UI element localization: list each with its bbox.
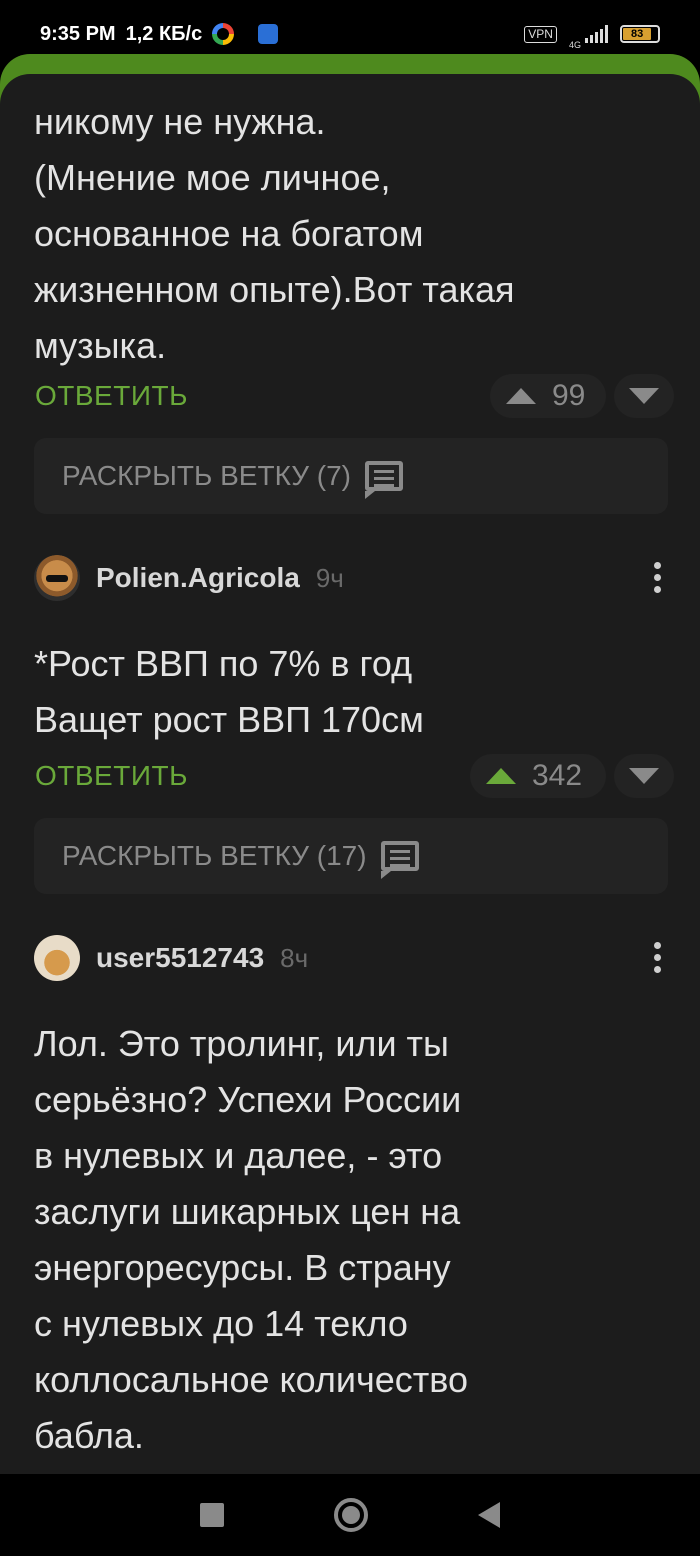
comment-author[interactable]: user5512743 8ч	[34, 935, 308, 981]
author-name[interactable]: Polien.Agricola	[96, 562, 300, 594]
comment-time: 9ч	[315, 562, 344, 593]
downvote-button[interactable]	[614, 754, 674, 798]
back-button[interactable]	[478, 1502, 500, 1528]
home-button[interactable]	[334, 1498, 368, 1532]
comment-text: *Рост ВВП по 7% в год Ващет рост ВВП 170…	[34, 643, 424, 740]
downvote-icon	[629, 388, 659, 404]
battery-level: 83	[623, 28, 652, 40]
vpn-icon: VPN	[524, 25, 557, 43]
reply-button[interactable]: ОТВЕТИТЬ	[35, 380, 188, 412]
comments-icon	[364, 461, 403, 499]
avatar[interactable]	[34, 935, 80, 981]
comments-icon	[380, 841, 419, 879]
expand-branch-button[interactable]: РАСКРЫТЬ ВЕТКУ (17)	[34, 818, 668, 894]
battery-icon: 83	[620, 25, 660, 43]
recents-button[interactable]	[200, 1503, 224, 1527]
vote-count: 99	[552, 379, 586, 412]
more-options-icon[interactable]	[654, 562, 662, 593]
downvote-icon	[629, 768, 659, 784]
comment-author[interactable]: Polien.Agricola 9ч	[34, 555, 344, 601]
upvote-icon	[506, 388, 536, 404]
avatar[interactable]	[34, 555, 80, 601]
author-name[interactable]: user5512743	[96, 942, 264, 974]
navigation-bar	[0, 1474, 700, 1556]
expand-branch-label: РАСКРЫТЬ ВЕТКУ (17)	[62, 840, 367, 871]
status-speed: 1,2 КБ/с	[125, 22, 203, 45]
vote-count: 342	[532, 759, 583, 792]
upvote-button[interactable]: 99	[490, 374, 606, 418]
upvote-icon	[486, 768, 516, 784]
signal-icon	[585, 25, 608, 43]
comments-panel: никому не нужна. (Мнение мое личное, осн…	[0, 74, 700, 1474]
comment-time: 8ч	[280, 942, 309, 973]
status-time: 9:35 PM	[40, 22, 116, 45]
app-icon	[258, 24, 279, 44]
more-options-icon[interactable]	[654, 942, 662, 973]
downvote-button[interactable]	[614, 374, 674, 418]
comment-text: никому не нужна. (Мнение мое личное, осн…	[34, 101, 515, 366]
reply-button[interactable]: ОТВЕТИТЬ	[35, 760, 188, 792]
expand-branch-button[interactable]: РАСКРЫТЬ ВЕТКУ (7)	[34, 438, 668, 514]
google-icon	[212, 23, 235, 45]
upvote-button[interactable]: 342	[470, 754, 606, 798]
network-type: 4G	[568, 40, 581, 50]
expand-branch-label: РАСКРЫТЬ ВЕТКУ (7)	[62, 460, 351, 491]
comment-text: Лол. Это тролинг, или ты серьёзно? Успех…	[34, 1023, 469, 1456]
